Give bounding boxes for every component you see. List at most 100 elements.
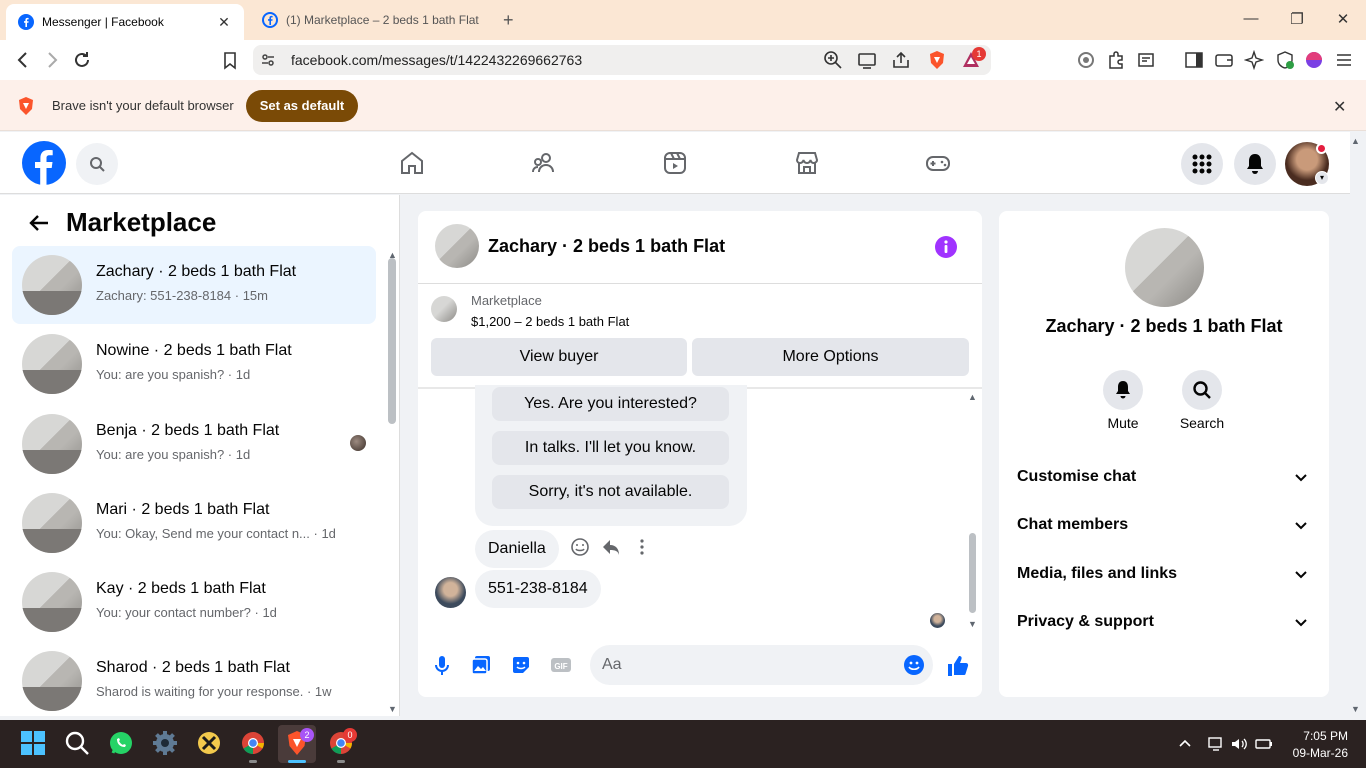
quick-reply-button[interactable]: Sorry, it's not available. <box>492 475 729 509</box>
reply-icon[interactable] <box>601 537 621 557</box>
battery-icon[interactable] <box>1255 735 1273 753</box>
chevron-up-icon[interactable] <box>1176 735 1194 753</box>
marketplace-icon[interactable] <box>794 150 820 176</box>
search-icon[interactable] <box>64 730 90 756</box>
tab-marketplace[interactable]: (1) Marketplace – 2 beds 1 bath Flat | <box>250 0 492 40</box>
react-emoji-icon[interactable] <box>570 537 590 557</box>
conversation-scrollbar[interactable] <box>388 258 396 424</box>
section-customise-chat[interactable]: Customise chat <box>1017 468 1313 486</box>
quick-reply-button[interactable]: Yes. Are you interested? <box>492 387 729 421</box>
url-text[interactable]: facebook.com/messages/t/1422432269662763 <box>291 52 582 68</box>
chrome-icon[interactable] <box>240 730 266 756</box>
bell-icon <box>1247 154 1263 174</box>
page-scroll-up-icon[interactable]: ▲ <box>1351 136 1360 146</box>
listing-thumbnail <box>22 255 82 315</box>
reload-icon[interactable] <box>72 50 92 70</box>
microphone-icon[interactable] <box>431 654 453 676</box>
chat-avatar[interactable] <box>435 224 479 268</box>
set-default-button[interactable]: Set as default <box>246 90 358 122</box>
video-icon[interactable] <box>662 150 688 176</box>
active-indicator <box>288 760 306 763</box>
record-icon[interactable] <box>1076 50 1096 70</box>
tab-close-icon[interactable]: ✕ <box>216 14 232 30</box>
profile-icon[interactable] <box>1304 50 1324 70</box>
minimize-icon[interactable]: — <box>1241 10 1261 27</box>
conversation-item[interactable]: Benja · 2 beds 1 bath Flat You: are you … <box>12 405 376 483</box>
menu-icon[interactable] <box>1334 50 1354 70</box>
section-privacy-support[interactable]: Privacy & support <box>1017 613 1313 631</box>
sender-avatar[interactable] <box>435 577 466 608</box>
message-input[interactable] <box>590 645 933 685</box>
notifications-button[interactable] <box>1234 143 1276 185</box>
section-chat-members[interactable]: Chat members <box>1017 516 1313 534</box>
tab-messenger[interactable]: Messenger | Facebook ✕ <box>6 4 244 40</box>
menu-grid-button[interactable] <box>1181 143 1223 185</box>
scroll-down-icon[interactable]: ▼ <box>388 704 397 714</box>
brave-shield-icon[interactable] <box>927 50 947 70</box>
photo-icon[interactable] <box>470 654 492 676</box>
search-icon <box>1193 381 1211 399</box>
more-options-button[interactable]: More Options <box>692 338 969 376</box>
gaming-icon[interactable] <box>925 150 951 176</box>
emoji-icon[interactable] <box>903 654 925 676</box>
whatsapp-icon[interactable] <box>108 730 134 756</box>
window-close-icon[interactable]: ✕ <box>1333 10 1353 28</box>
section-media-files-links[interactable]: Media, files and links <box>1017 565 1313 583</box>
search-label: Search <box>1179 415 1225 431</box>
wallet-icon[interactable] <box>1214 50 1234 70</box>
reader-icon[interactable] <box>1136 50 1156 70</box>
home-icon[interactable] <box>399 150 425 176</box>
info-icon[interactable] <box>934 235 958 259</box>
infobar-close-icon[interactable]: ✕ <box>1333 97 1346 117</box>
extensions-icon[interactable] <box>1106 50 1126 70</box>
page-scroll-down-icon[interactable]: ▼ <box>1351 704 1360 714</box>
sticker-icon[interactable] <box>510 654 532 676</box>
chat-title[interactable]: Zachary · 2 beds 1 bath Flat <box>488 236 725 257</box>
forward-icon[interactable] <box>42 50 62 70</box>
view-buyer-button[interactable]: View buyer <box>431 338 687 376</box>
conversation-preview: You: are you spanish? · 1d <box>96 367 251 382</box>
volume-icon[interactable] <box>1230 735 1248 753</box>
message-bubble[interactable]: Daniella <box>475 530 559 568</box>
taskbar-clock[interactable]: 7:05 PM 09-Mar-26 <box>1288 729 1348 760</box>
conversation-preview: You: are you spanish? · 1d <box>96 447 251 462</box>
conversation-item[interactable]: Kay · 2 beds 1 bath Flat You: your conta… <box>12 563 376 641</box>
brave-badge: 2 <box>300 728 314 742</box>
listing-summary[interactable]: $1,200 – 2 beds 1 bath Flat <box>471 314 629 329</box>
more-vertical-icon[interactable] <box>632 537 652 557</box>
maximize-icon[interactable]: ❐ <box>1287 10 1307 28</box>
account-chevron-down-icon[interactable]: ▾ <box>1315 171 1329 185</box>
new-tab-icon[interactable]: + <box>503 10 514 31</box>
search-in-chat-button[interactable] <box>1182 370 1222 410</box>
like-thumb-icon[interactable] <box>946 654 970 678</box>
message-bubble[interactable]: 551-238-8184 <box>475 570 601 608</box>
network-icon[interactable] <box>1207 735 1225 753</box>
conversation-item[interactable]: Sharod · 2 beds 1 bath Flat Sharod is wa… <box>12 642 376 716</box>
search-button[interactable] <box>76 143 118 185</box>
quick-reply-button[interactable]: In talks. I'll let you know. <box>492 431 729 465</box>
bookmark-icon[interactable] <box>220 50 240 70</box>
mute-button[interactable] <box>1103 370 1143 410</box>
friends-icon[interactable] <box>531 150 557 176</box>
scroll-down-icon[interactable]: ▼ <box>968 619 977 629</box>
back-icon[interactable] <box>13 50 33 70</box>
windows-start-icon[interactable] <box>20 730 46 756</box>
back-arrow-icon[interactable] <box>28 212 50 234</box>
site-info-icon[interactable] <box>260 52 276 68</box>
gif-icon[interactable]: GIF <box>550 654 572 676</box>
cast-icon[interactable] <box>857 50 877 70</box>
leo-ai-icon[interactable] <box>1244 50 1264 70</box>
conversation-item[interactable]: Mari · 2 beds 1 bath Flat You: Okay, Sen… <box>12 484 376 562</box>
share-icon[interactable] <box>891 50 911 70</box>
conversation-item[interactable]: Nowine · 2 beds 1 bath Flat You: are you… <box>12 325 376 403</box>
conversation-item[interactable]: Zachary · 2 beds 1 bath Flat Zachary: 55… <box>12 246 376 324</box>
sidebar-icon[interactable] <box>1184 50 1204 70</box>
tab-title: Messenger | Facebook <box>42 15 164 29</box>
chat-scrollbar[interactable] <box>969 533 976 613</box>
scroll-up-icon[interactable]: ▲ <box>968 392 977 402</box>
zoom-icon[interactable] <box>823 50 843 70</box>
settings-gear-icon[interactable] <box>152 730 178 756</box>
facebook-logo-icon[interactable] <box>22 141 66 185</box>
vpn-icon[interactable] <box>1275 50 1295 70</box>
app-icon[interactable] <box>196 730 222 756</box>
